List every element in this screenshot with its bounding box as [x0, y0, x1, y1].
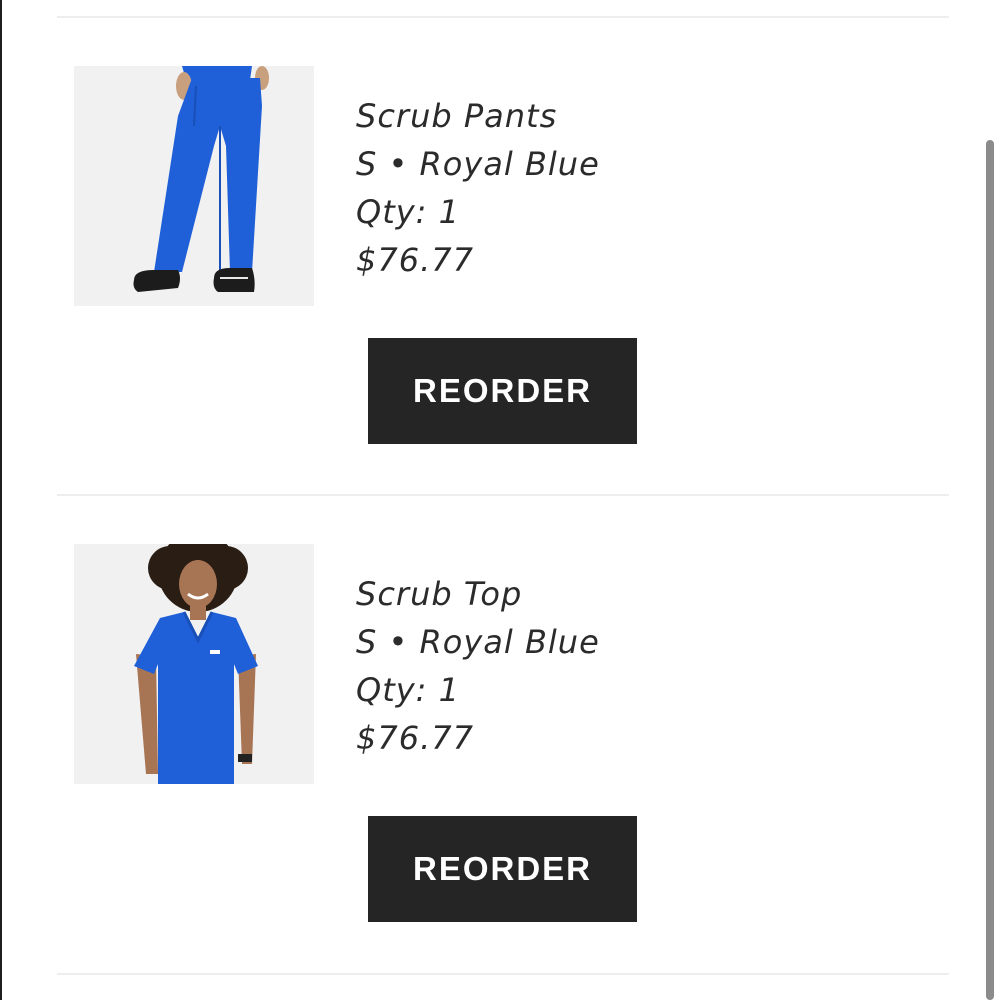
divider [57, 16, 949, 18]
product-price: $76.77 [356, 241, 474, 279]
divider [57, 494, 949, 496]
scrub-top-illustration [74, 544, 314, 784]
product-name[interactable]: Scrub Top [356, 570, 776, 618]
list-item: Scrub Top S • Royal Blue Qty: 1 $76.77 R… [2, 544, 1000, 984]
scrub-top-image[interactable] [74, 544, 314, 784]
scrub-pants-image[interactable] [74, 66, 314, 306]
product-variant: S • Royal Blue [356, 623, 600, 661]
scrollbar-thumb[interactable] [986, 140, 994, 1000]
reorder-button[interactable]: REORDER [368, 816, 637, 922]
product-variant: S • Royal Blue [356, 145, 600, 183]
item-details: Scrub Top S • Royal Blue Qty: 1 $76.77 [356, 570, 776, 762]
product-quantity: Qty: 1 [356, 193, 460, 231]
scrub-pants-illustration [74, 66, 314, 306]
divider [57, 973, 949, 975]
list-item: Scrub Pants S • Royal Blue Qty: 1 $76.77… [2, 66, 1000, 506]
product-quantity: Qty: 1 [356, 671, 460, 709]
product-price: $76.77 [356, 719, 474, 757]
order-history-page: Scrub Pants S • Royal Blue Qty: 1 $76.77… [0, 0, 1000, 1000]
item-details: Scrub Pants S • Royal Blue Qty: 1 $76.77 [356, 92, 776, 284]
reorder-button[interactable]: REORDER [368, 338, 637, 444]
product-name[interactable]: Scrub Pants [356, 92, 776, 140]
scrollbar[interactable] [986, 140, 994, 1000]
